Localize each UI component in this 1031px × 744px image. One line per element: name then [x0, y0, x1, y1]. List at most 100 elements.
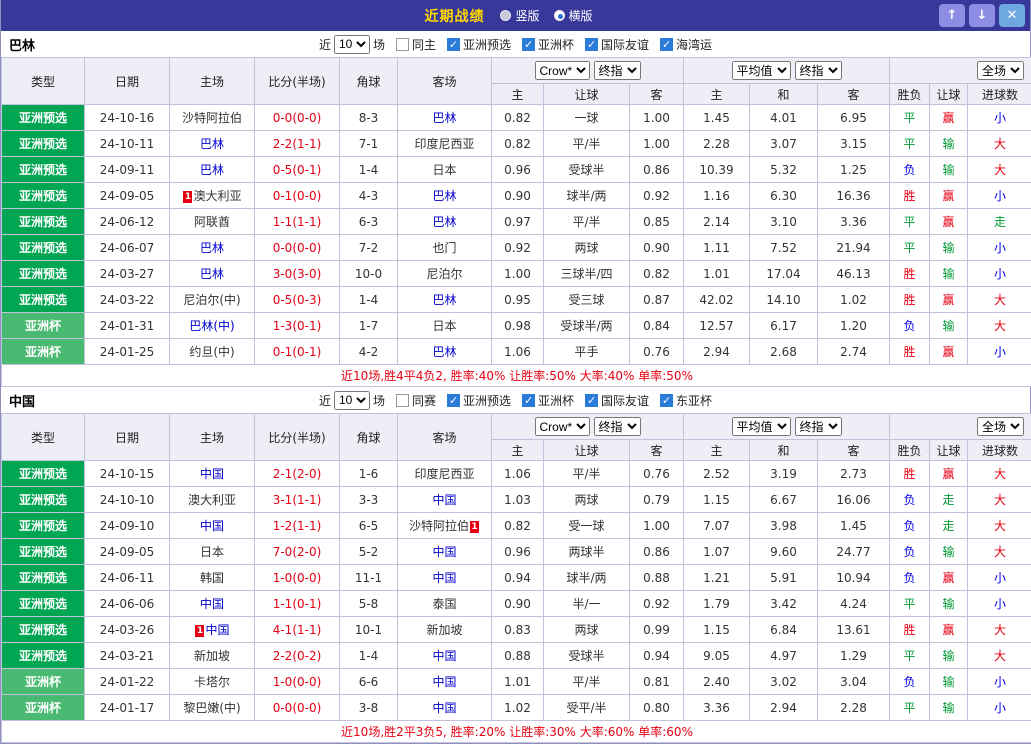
recent-count-select[interactable]: 10 — [334, 35, 370, 54]
scroll-down-button[interactable]: ↓ — [969, 4, 995, 27]
average-odds-header: 平均值终指 — [684, 414, 890, 440]
filter-checkbox-2[interactable]: 国际友谊 — [585, 392, 649, 409]
filter-checkbox-1[interactable]: 亚洲杯 — [522, 36, 574, 53]
column-header: 日期 — [85, 414, 170, 461]
avg-home-odds: 7.07 — [684, 513, 750, 539]
home-team-name: 卡塔尔 — [194, 675, 230, 689]
result-handicap: 赢 — [930, 617, 968, 643]
summary-text: 近10场,胜2平3负5, 胜率:20% 让胜率:30% 大率:60% 单率:60… — [2, 721, 1031, 743]
home-team-cell: 1中国 — [170, 617, 255, 643]
avg-away-odds: 2.73 — [818, 461, 890, 487]
corner-score: 7-1 — [340, 131, 398, 157]
handicap-away-odds: 0.76 — [630, 339, 684, 365]
bookmaker-select[interactable]: Crow* — [535, 61, 590, 80]
average-odds-header: 平均值终指 — [684, 58, 890, 84]
handicap-line: 平/半 — [544, 461, 630, 487]
average-select[interactable]: 平均值 — [732, 61, 791, 80]
up-arrow-icon: ↑ — [947, 8, 958, 23]
home-team-cell: 黎巴嫩(中) — [170, 695, 255, 721]
away-team-name: 中国 — [432, 571, 456, 585]
avg-draw-odds: 5.91 — [750, 565, 818, 591]
view-option-vertical[interactable]: 竖版 — [500, 7, 539, 24]
match-row: 亚洲预选24-03-261中国4-1(1-1)10-1新加坡0.83两球0.99… — [2, 617, 1031, 643]
away-team-name: 巴林 — [432, 189, 456, 203]
stage-select[interactable]: 终指 — [594, 417, 641, 436]
checkbox-checked-icon — [660, 394, 673, 407]
handicap-away-odds: 0.79 — [630, 487, 684, 513]
average-select[interactable]: 平均值 — [732, 417, 791, 436]
result-outcome: 胜 — [890, 461, 930, 487]
filter-checkbox-2[interactable]: 国际友谊 — [585, 36, 649, 53]
home-team-name: 澳大利亚 — [193, 189, 241, 203]
stage-select-2[interactable]: 终指 — [795, 417, 842, 436]
match-row: 亚洲杯24-01-25约旦(中)0-1(0-1)4-2巴林1.06平手0.762… — [2, 339, 1031, 365]
result-outcome: 胜 — [890, 261, 930, 287]
checkbox-label: 同主 — [412, 36, 436, 53]
filter-checkbox-3[interactable]: 东亚杯 — [660, 392, 712, 409]
result-outcome: 负 — [890, 565, 930, 591]
away-team-name: 巴林 — [432, 111, 456, 125]
result-handicap: 赢 — [930, 209, 968, 235]
column-header: 日期 — [85, 58, 170, 105]
scroll-up-button[interactable]: ↑ — [939, 4, 965, 27]
corner-score: 3-8 — [340, 695, 398, 721]
avg-draw-odds: 4.97 — [750, 643, 818, 669]
stage-select-2[interactable]: 终指 — [795, 61, 842, 80]
match-date: 24-09-05 — [85, 183, 170, 209]
result-handicap: 赢 — [930, 183, 968, 209]
team-section-1: 中国近10场同赛亚洲预选亚洲杯国际友谊东亚杯类型日期主场比分(半场)角球客场Cr… — [1, 387, 1030, 743]
filter-checkbox-3[interactable]: 海湾运 — [660, 36, 712, 53]
results-table: 类型日期主场比分(半场)角球客场Crow*终指平均值终指全场主让球客主和客胜负让… — [1, 57, 1031, 387]
home-team-name: 中国 — [200, 467, 224, 481]
handicap-home-odds: 0.90 — [492, 591, 544, 617]
handicap-home-odds: 0.82 — [492, 513, 544, 539]
recent-count-select[interactable]: 10 — [334, 391, 370, 410]
bookmaker-select[interactable]: Crow* — [535, 417, 590, 436]
handicap-away-odds: 0.94 — [630, 643, 684, 669]
avg-draw-odds: 6.84 — [750, 617, 818, 643]
period-select[interactable]: 全场 — [977, 61, 1024, 80]
result-outcome: 负 — [890, 539, 930, 565]
match-date: 24-09-10 — [85, 513, 170, 539]
home-team-cell: 沙特阿拉伯 — [170, 105, 255, 131]
score: 0-0(0-0) — [255, 695, 340, 721]
filter-checkbox-unchecked[interactable]: 同赛 — [396, 392, 436, 409]
result-outcome: 负 — [890, 487, 930, 513]
view-option-horizontal[interactable]: 横版 — [554, 7, 593, 24]
away-team-name: 中国 — [432, 545, 456, 559]
competition-type-badge: 亚洲预选 — [2, 183, 85, 209]
match-row: 亚洲预选24-09-11巴林0-5(0-1)1-4日本0.96受球半0.8610… — [2, 157, 1031, 183]
handicap-away-odds: 0.92 — [630, 591, 684, 617]
avg-draw-odds: 5.32 — [750, 157, 818, 183]
filter-checkbox-0[interactable]: 亚洲预选 — [447, 392, 511, 409]
handicap-away-odds: 1.00 — [630, 131, 684, 157]
sub-column-header: 进球数 — [968, 84, 1031, 105]
competition-type-badge: 亚洲预选 — [2, 513, 85, 539]
handicap-home-odds: 0.96 — [492, 157, 544, 183]
filter-checkbox-1[interactable]: 亚洲杯 — [522, 392, 574, 409]
stage-select[interactable]: 终指 — [594, 61, 641, 80]
score: 1-0(0-0) — [255, 669, 340, 695]
period-select[interactable]: 全场 — [977, 417, 1024, 436]
filter-checkbox-unchecked[interactable]: 同主 — [396, 36, 436, 53]
away-team-cell: 巴林 — [398, 105, 492, 131]
handicap-away-odds: 0.87 — [630, 287, 684, 313]
close-button[interactable]: ✕ — [999, 4, 1025, 27]
home-team-name: 沙特阿拉伯 — [182, 111, 242, 125]
filter-controls: 近10场同主亚洲预选亚洲杯国际友谊海湾运 — [319, 35, 712, 54]
checkbox-label: 亚洲杯 — [538, 392, 574, 409]
match-date: 24-10-11 — [85, 131, 170, 157]
avg-draw-odds: 6.17 — [750, 313, 818, 339]
score: 2-2(0-2) — [255, 643, 340, 669]
checkbox-label: 同赛 — [412, 392, 436, 409]
result-handicap: 输 — [930, 235, 968, 261]
away-team-cell: 巴林 — [398, 287, 492, 313]
filter-suffix-label: 场 — [373, 392, 385, 409]
handicap-line: 平/半 — [544, 131, 630, 157]
away-team-name: 巴林 — [432, 345, 456, 359]
home-team-name: 中国 — [200, 519, 224, 533]
filter-checkbox-0[interactable]: 亚洲预选 — [447, 36, 511, 53]
away-team-cell: 巴林 — [398, 209, 492, 235]
away-team-cell: 泰国 — [398, 591, 492, 617]
column-header: 客场 — [398, 58, 492, 105]
